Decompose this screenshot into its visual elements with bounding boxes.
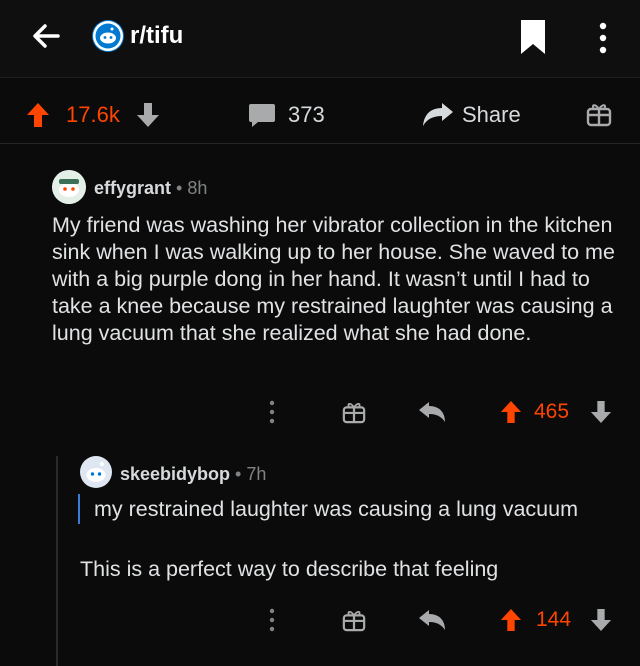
reply-arrow-icon[interactable] <box>418 609 446 631</box>
post-action-bar: 17.6k 373 Share <box>0 80 640 144</box>
comment-body: This is a perfect way to describe that f… <box>80 557 499 581</box>
downvote-arrow-icon[interactable] <box>590 400 612 424</box>
comment-body: My friend was washing her vibrator colle… <box>52 213 615 345</box>
comment-author[interactable]: skeebidybop <box>120 464 230 484</box>
top-bar: r/tifu <box>0 0 640 78</box>
post-score: 17.6k <box>66 102 120 127</box>
back-arrow-icon[interactable] <box>28 18 64 54</box>
meta-separator: • <box>235 464 242 484</box>
reply-arrow-icon[interactable] <box>418 401 446 423</box>
share-button-label[interactable]: Share <box>462 102 521 128</box>
comment-author[interactable]: effygrant <box>94 178 171 198</box>
user-avatar-icon[interactable] <box>52 170 86 204</box>
more-options-icon[interactable] <box>590 18 616 58</box>
subreddit-name[interactable]: r/tifu <box>130 22 183 50</box>
subreddit-avatar-icon[interactable] <box>92 20 124 52</box>
comment-score: 465 <box>534 400 570 423</box>
comment-age: 7h <box>246 464 267 484</box>
comment-meta: skeebidybop • 7h <box>120 464 266 485</box>
thread-line[interactable] <box>56 456 58 666</box>
meta-separator: • <box>176 178 183 198</box>
gift-award-icon[interactable] <box>586 101 612 127</box>
upvote-arrow-icon[interactable] <box>500 400 522 424</box>
more-options-icon[interactable] <box>266 607 278 633</box>
more-options-icon[interactable] <box>266 399 278 425</box>
comment-count[interactable]: 373 <box>288 102 325 128</box>
gift-award-icon[interactable] <box>342 400 366 424</box>
quote-bar <box>78 494 80 524</box>
comment-bubble-icon[interactable] <box>248 102 276 128</box>
gift-award-icon[interactable] <box>342 608 366 632</box>
upvote-arrow-icon[interactable] <box>26 102 50 128</box>
quoted-text: my restrained laughter was causing a lun… <box>94 497 579 521</box>
comment-score: 144 <box>536 608 572 631</box>
downvote-arrow-icon[interactable] <box>136 102 160 128</box>
user-avatar-icon[interactable] <box>80 456 112 488</box>
comment-meta: effygrant • 8h <box>94 178 207 199</box>
bookmark-icon[interactable] <box>518 18 548 56</box>
upvote-arrow-icon[interactable] <box>500 608 522 632</box>
share-arrow-icon[interactable] <box>422 102 454 128</box>
downvote-arrow-icon[interactable] <box>590 608 612 632</box>
comment-age: 8h <box>187 178 208 198</box>
